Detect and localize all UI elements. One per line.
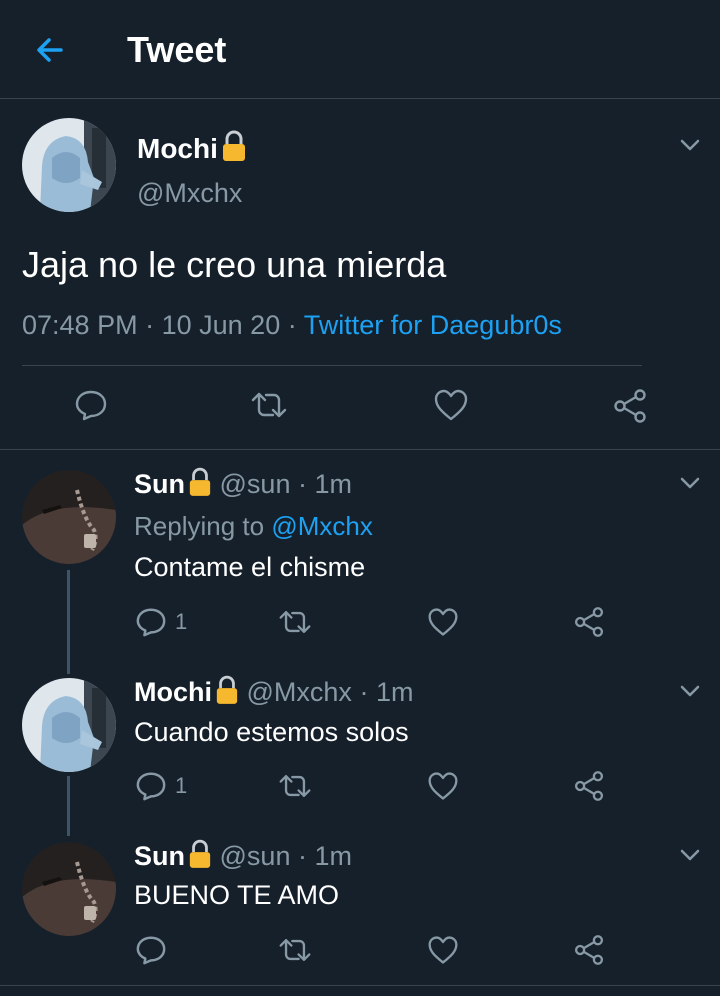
retweet-icon xyxy=(251,392,287,418)
thread-line xyxy=(67,570,70,674)
meta-separator: · xyxy=(145,310,155,340)
like-button[interactable] xyxy=(427,770,459,802)
share-button[interactable] xyxy=(612,388,648,424)
retweet-icon xyxy=(279,938,311,962)
like-button[interactable] xyxy=(427,934,459,966)
reply-time: 1m xyxy=(375,677,414,707)
meta-separator: · xyxy=(297,841,307,871)
reply-time: 1m xyxy=(314,841,353,871)
comment-icon xyxy=(136,772,166,801)
reply-text: Contame el chisme xyxy=(134,552,366,582)
heart-icon xyxy=(428,608,458,636)
heart-icon xyxy=(428,772,458,800)
lock-icon xyxy=(189,467,211,496)
avatar[interactable] xyxy=(22,678,116,772)
comment-icon xyxy=(136,608,166,637)
tweet-time: 07:48 PM xyxy=(22,310,138,340)
reply-button[interactable]: 1 xyxy=(135,770,187,802)
reply-button[interactable] xyxy=(135,934,175,966)
meta-separator: · xyxy=(297,469,307,499)
tweet-menu-button[interactable] xyxy=(678,133,702,157)
like-button[interactable] xyxy=(427,606,459,638)
author-name[interactable]: Mochi xyxy=(137,130,247,166)
avatar[interactable] xyxy=(22,118,116,212)
reply-button[interactable] xyxy=(74,388,108,422)
page-title: Tweet xyxy=(127,29,227,70)
author-name-text: Mochi xyxy=(134,677,212,707)
share-button[interactable] xyxy=(573,933,605,967)
retweet-icon xyxy=(279,610,311,634)
divider xyxy=(0,985,720,986)
meta-separator: · xyxy=(287,310,297,340)
retweet-button[interactable] xyxy=(278,606,312,638)
meta-separator: · xyxy=(359,677,369,707)
reply-time: 1m xyxy=(314,469,353,499)
retweet-icon xyxy=(279,774,311,798)
mention-link[interactable]: @Mxchx xyxy=(271,511,373,541)
lock-icon xyxy=(216,675,238,704)
top-bar: Tweet xyxy=(0,0,720,99)
reply-text: BUENO TE AMO xyxy=(134,880,340,910)
reply-count: 1 xyxy=(175,773,188,798)
reply-author[interactable]: Mochi @Mxchx · 1m xyxy=(134,675,413,709)
retweet-button[interactable] xyxy=(278,770,312,802)
author-name-text: Sun xyxy=(134,841,185,871)
heart-icon xyxy=(428,936,458,964)
tweet-date: 10 Jun 20 xyxy=(161,310,281,340)
author-handle: @Mxchx xyxy=(246,677,352,707)
chevron-down-icon xyxy=(680,139,700,151)
avatar[interactable] xyxy=(22,470,116,564)
share-icon xyxy=(574,935,604,965)
author-name-text: Mochi xyxy=(137,133,218,164)
back-button[interactable] xyxy=(30,30,70,70)
chevron-down-icon xyxy=(680,685,700,697)
arrow-left-icon xyxy=(37,38,63,62)
tweet-source-link[interactable]: Twitter for Daegubr0s xyxy=(304,310,562,340)
reply-count: 1 xyxy=(175,609,188,634)
share-button[interactable] xyxy=(573,605,605,639)
author-handle: @sun xyxy=(219,841,291,871)
avatar[interactable] xyxy=(22,842,116,936)
heart-icon xyxy=(434,389,468,421)
lock-icon xyxy=(222,130,245,161)
divider xyxy=(0,449,720,450)
avatar-image xyxy=(22,842,116,936)
share-icon xyxy=(574,771,604,801)
divider xyxy=(22,365,642,366)
tweet-meta: 07:48 PM · 10 Jun 20 · Twitter for Daegu… xyxy=(22,307,562,343)
tweet-menu-button[interactable] xyxy=(678,843,702,867)
replying-to-label: Replying to xyxy=(134,511,265,541)
tweet-text: Jaja no le creo una mierda xyxy=(22,244,447,285)
reply-text: Cuando estemos solos xyxy=(134,717,409,747)
share-icon xyxy=(574,607,604,637)
thread-line xyxy=(67,776,70,836)
avatar-image xyxy=(22,678,116,772)
author-handle: @sun xyxy=(219,469,291,499)
author-handle[interactable]: @Mxchx xyxy=(137,176,242,210)
like-button[interactable] xyxy=(433,388,469,422)
tweet-menu-button[interactable] xyxy=(678,471,702,495)
replying-to: Replying to @Mxchx xyxy=(134,509,373,543)
lock-icon xyxy=(189,839,211,868)
author-name-text: Sun xyxy=(134,469,185,499)
chevron-down-icon xyxy=(680,477,700,489)
retweet-button[interactable] xyxy=(278,934,312,966)
comment-icon xyxy=(75,390,107,421)
share-button[interactable] xyxy=(573,769,605,803)
avatar-image xyxy=(22,118,116,212)
reply-author[interactable]: Sun @sun · 1m xyxy=(134,467,352,501)
comment-icon xyxy=(136,936,166,965)
retweet-button[interactable] xyxy=(250,388,288,422)
share-icon xyxy=(614,389,646,423)
chevron-down-icon xyxy=(680,849,700,861)
avatar-image xyxy=(22,470,116,564)
tweet-menu-button[interactable] xyxy=(678,679,702,703)
reply-author[interactable]: Sun @sun · 1m xyxy=(134,839,352,873)
reply-button[interactable]: 1 xyxy=(135,606,187,638)
